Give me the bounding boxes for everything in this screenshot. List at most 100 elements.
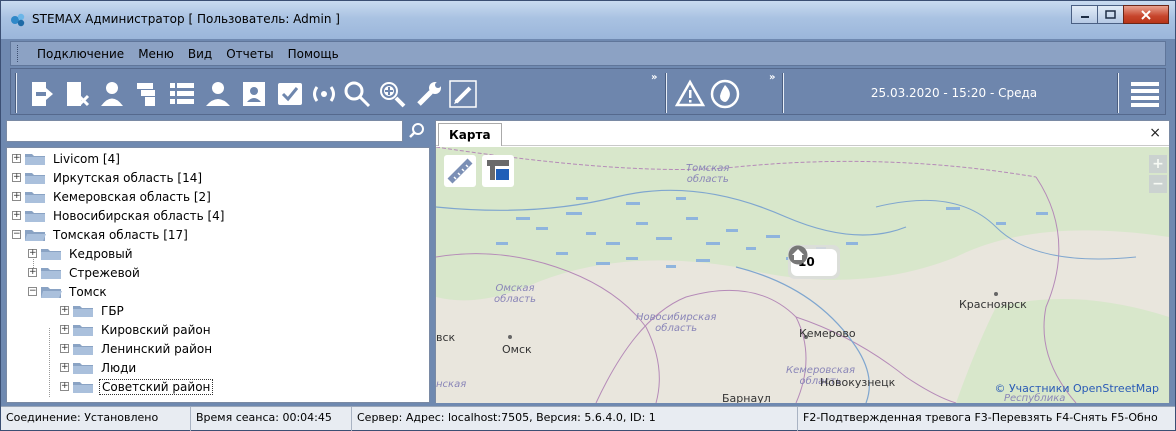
toolbar-separator-3 bbox=[1117, 73, 1119, 113]
tree-item-label: Ленинский район bbox=[101, 341, 213, 356]
map-attribution-link[interactable]: © Участники OpenStreetMap bbox=[994, 382, 1159, 395]
folder-icon bbox=[25, 172, 45, 184]
expand-icon[interactable]: + bbox=[60, 382, 69, 391]
maximize-icon bbox=[1105, 10, 1116, 19]
collapse-icon[interactable]: − bbox=[12, 230, 21, 239]
tree-item[interactable]: − Томск bbox=[28, 282, 109, 301]
search-icon[interactable] bbox=[407, 122, 427, 140]
tree-item-label: Кемеровская область [2] bbox=[53, 189, 211, 204]
tree-item-label: ГБР bbox=[101, 303, 124, 318]
tree-item[interactable]: + Советский район bbox=[60, 377, 214, 396]
expand-icon[interactable]: + bbox=[12, 211, 21, 220]
map-panel: Карта × + − Томская область Омская облас… bbox=[435, 120, 1170, 403]
tree-item[interactable]: + Livicom [4] bbox=[12, 149, 122, 168]
devices-icon[interactable] bbox=[132, 79, 162, 109]
layers-tool-button[interactable] bbox=[482, 155, 514, 187]
tree-item[interactable]: + Иркутская область [14] bbox=[12, 168, 204, 187]
fire-alarm-icon[interactable] bbox=[710, 79, 740, 109]
tree-connector bbox=[49, 328, 50, 397]
warning-icon[interactable] bbox=[675, 79, 705, 109]
app-logo-icon bbox=[11, 13, 25, 27]
tree-item-label: Стрежевой bbox=[69, 265, 140, 280]
datetime-display: 25.03.2020 - 15:20 - Среда bbox=[870, 86, 1038, 100]
house-icon bbox=[788, 245, 808, 265]
expand-icon[interactable]: + bbox=[60, 306, 69, 315]
exit-door-icon[interactable] bbox=[25, 79, 55, 109]
folder-icon bbox=[41, 248, 61, 260]
map-label-novosibirsk-region: Новосибирская область bbox=[636, 312, 717, 334]
ruler-icon bbox=[447, 158, 473, 184]
folder-icon bbox=[41, 267, 61, 279]
close-tab-button[interactable]: × bbox=[1149, 125, 1161, 141]
expand-icon[interactable]: + bbox=[28, 249, 37, 258]
tree-item[interactable]: + Новосибирская область [4] bbox=[12, 206, 226, 225]
zoom-search-icon[interactable] bbox=[377, 79, 407, 109]
close-window-button[interactable] bbox=[1123, 5, 1169, 24]
folder-icon bbox=[73, 381, 93, 393]
map-canvas[interactable]: + − Томская область Омская область Новосиб… bbox=[436, 147, 1169, 403]
disconnect-icon[interactable] bbox=[61, 79, 91, 109]
menu-reports[interactable]: Отчеты bbox=[219, 47, 280, 61]
objects-list-icon[interactable] bbox=[167, 79, 197, 109]
layers-icon bbox=[487, 160, 509, 180]
expand-icon[interactable]: + bbox=[28, 268, 37, 277]
search-icon[interactable] bbox=[342, 79, 372, 109]
folder-icon bbox=[25, 191, 45, 203]
toolbar-overflow-button[interactable]: » bbox=[651, 72, 657, 83]
toolbar-grip bbox=[15, 73, 17, 113]
signal-icon[interactable] bbox=[309, 79, 339, 109]
report-icon[interactable] bbox=[239, 79, 269, 109]
map-label-omsk: Омск bbox=[502, 343, 532, 356]
tree-item[interactable]: − Томская область [17] bbox=[12, 225, 190, 244]
tree-item[interactable]: + Ленинский район bbox=[60, 339, 214, 358]
expand-icon[interactable]: + bbox=[60, 344, 69, 353]
expand-icon[interactable]: + bbox=[60, 325, 69, 334]
confirm-icon[interactable] bbox=[275, 79, 305, 109]
expand-icon[interactable]: + bbox=[12, 192, 21, 201]
users-icon[interactable] bbox=[203, 79, 233, 109]
toolbar-overflow-button-2[interactable]: » bbox=[769, 72, 775, 83]
collapse-icon[interactable]: − bbox=[28, 287, 37, 296]
menu-menu[interactable]: Меню bbox=[131, 47, 181, 61]
objects-tree-panel: + Livicom [4] + Иркутская область [14] +… bbox=[6, 120, 430, 403]
zoom-in-button[interactable]: + bbox=[1149, 155, 1167, 173]
status-connection: Соединение: Установлено bbox=[1, 407, 191, 431]
ruler-tool-button[interactable] bbox=[444, 155, 476, 187]
status-bar: Соединение: Установлено Время сеанса: 00… bbox=[1, 406, 1175, 431]
tree-item[interactable]: + ГБР bbox=[60, 301, 126, 320]
folder-open-icon bbox=[41, 286, 62, 298]
map-label-barnaul: Барнаул bbox=[722, 392, 771, 403]
minimize-button[interactable] bbox=[1071, 5, 1098, 24]
tab-map[interactable]: Карта bbox=[438, 123, 502, 146]
map-label-krasnoyarsk: Красноярск bbox=[959, 298, 1027, 311]
maximize-button[interactable] bbox=[1097, 5, 1124, 24]
tree-item[interactable]: + Кедровый bbox=[28, 244, 135, 263]
tree-item[interactable]: + Стрежевой bbox=[28, 263, 142, 282]
menu-connection[interactable]: Подключение bbox=[30, 47, 131, 61]
tree-item-label: Томск bbox=[69, 284, 107, 299]
tree-item-label: Новосибирская область [4] bbox=[53, 208, 225, 223]
map-label-vsk: вск bbox=[436, 331, 456, 344]
expand-icon[interactable]: + bbox=[60, 363, 69, 372]
menu-view[interactable]: Вид bbox=[181, 47, 219, 61]
map-label-tomsk-region: Томская область bbox=[686, 163, 730, 185]
tree-item-label: Томская область [17] bbox=[53, 227, 188, 242]
tree-item[interactable]: + Кировский район bbox=[60, 320, 213, 339]
wrench-icon[interactable] bbox=[414, 79, 444, 109]
object-cluster-marker[interactable]: 10 bbox=[788, 245, 840, 279]
tree-item[interactable]: + Кемеровская область [2] bbox=[12, 187, 213, 206]
folder-icon bbox=[73, 362, 93, 374]
user-add-icon[interactable] bbox=[97, 79, 127, 109]
menu-help[interactable]: Помощь bbox=[281, 47, 346, 61]
zoom-out-button[interactable]: − bbox=[1149, 175, 1167, 193]
tree-item-label: Кировский район bbox=[101, 322, 211, 337]
expand-icon[interactable]: + bbox=[12, 154, 21, 163]
pencil-icon[interactable] bbox=[448, 79, 478, 109]
tree-search-input[interactable] bbox=[6, 120, 403, 142]
toolbar: » » 25.03.2020 - 15:20 - Среда bbox=[10, 68, 1166, 115]
tree-item[interactable]: + Люди bbox=[60, 358, 138, 377]
expand-icon[interactable]: + bbox=[12, 173, 21, 182]
map-tab-bar: Карта × bbox=[436, 121, 1169, 146]
title-bar[interactable]: STEMAX Администратор [ Пользователь: Adm… bbox=[1, 1, 1175, 39]
hamburger-menu-icon[interactable] bbox=[1129, 79, 1161, 109]
